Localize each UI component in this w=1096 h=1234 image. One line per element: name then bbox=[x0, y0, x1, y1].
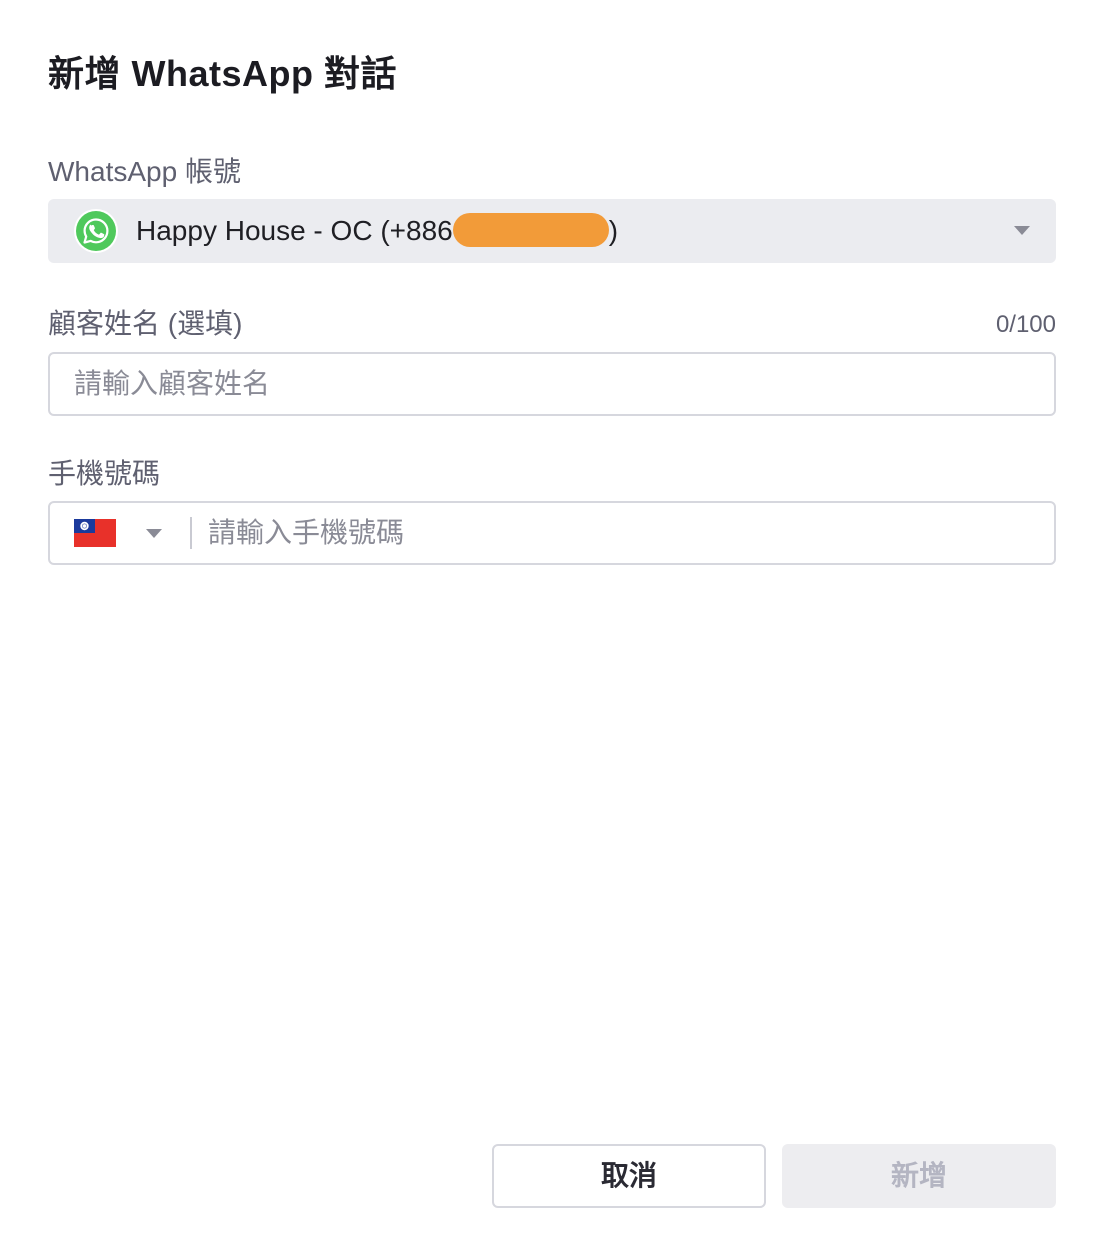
country-dropdown-chevron-icon[interactable] bbox=[146, 529, 162, 538]
whatsapp-icon bbox=[74, 209, 118, 253]
customer-name-char-counter: 0/100 bbox=[995, 311, 1056, 338]
divider bbox=[190, 517, 192, 549]
whatsapp-account-select[interactable]: Happy House - OC (+886) bbox=[48, 199, 1056, 263]
customer-name-label: 顧客姓名 (選填) bbox=[48, 308, 243, 339]
phone-number-placeholder[interactable]: 請輸入手機號碼 bbox=[208, 515, 404, 551]
account-name-suffix: ) bbox=[608, 215, 619, 246]
phone-number-label: 手機號碼 bbox=[48, 458, 161, 489]
whatsapp-account-selected-value: Happy House - OC (+886) bbox=[136, 212, 619, 249]
customer-name-input[interactable]: 請輸入顧客姓名 bbox=[48, 352, 1056, 416]
customer-name-placeholder: 請輸入顧客姓名 bbox=[74, 368, 271, 399]
chevron-down-icon bbox=[1014, 226, 1030, 235]
dialog-title: 新增 WhatsApp 對話 bbox=[48, 53, 397, 94]
taiwan-flag-icon[interactable] bbox=[74, 519, 116, 547]
account-name-prefix: Happy House - OC (+886 bbox=[136, 215, 453, 246]
new-whatsapp-conversation-dialog: 新增 WhatsApp 對話 WhatsApp 帳號 Happy House -… bbox=[0, 0, 1096, 1234]
phone-number-field: 請輸入手機號碼 bbox=[48, 501, 1056, 565]
whatsapp-account-label: WhatsApp 帳號 bbox=[48, 156, 241, 187]
redacted-phone-number bbox=[452, 212, 609, 247]
add-button[interactable]: 新增 bbox=[782, 1144, 1056, 1208]
cancel-button[interactable]: 取消 bbox=[492, 1144, 766, 1208]
